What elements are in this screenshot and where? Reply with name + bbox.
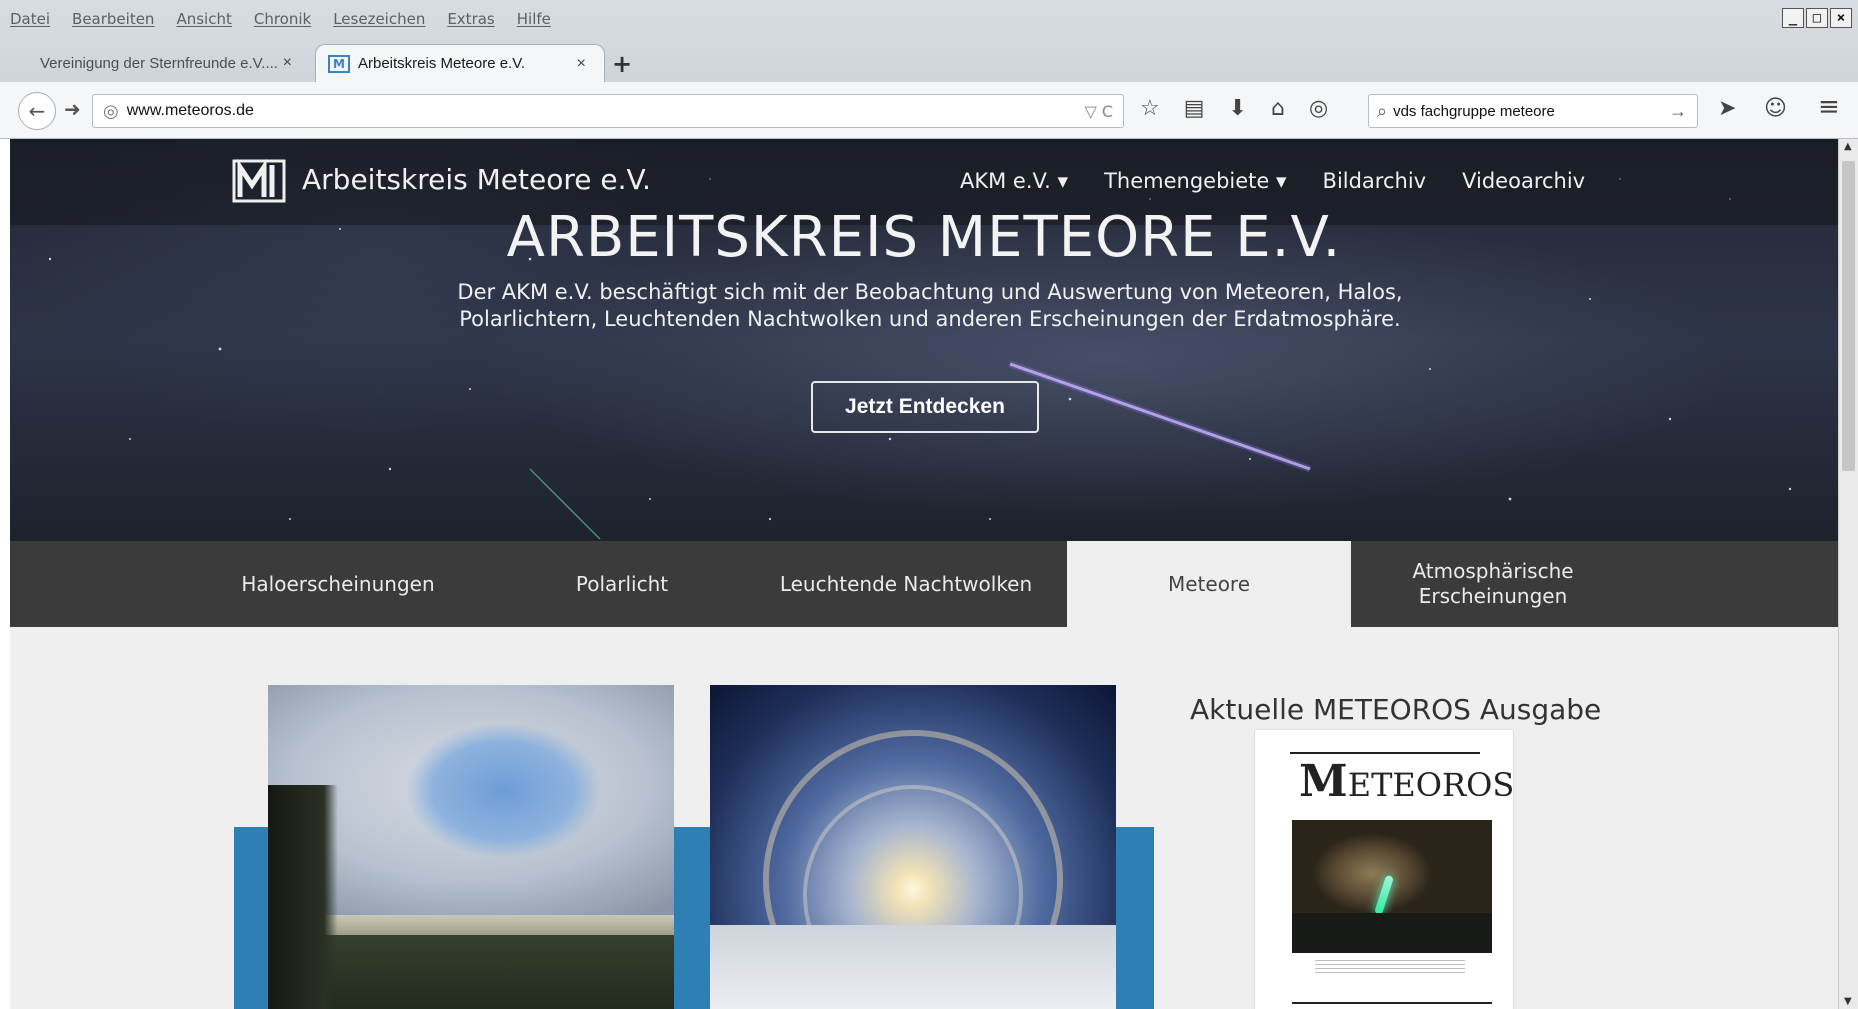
home-icon[interactable]: ⌂ [1271, 96, 1285, 121]
menu-chronik[interactable]: Chronik [254, 10, 311, 36]
cover-rule [1290, 752, 1480, 754]
cover-title-m: M [1299, 756, 1348, 807]
search-icon: ⌕ [1377, 100, 1388, 121]
content-area: Aktuelle METEOROS Ausgabe M ETEOROS [10, 627, 1838, 1009]
meteoros-heading: Aktuelle METEOROS Ausgabe [1190, 693, 1602, 726]
cover-title-rest: ETEOROS [1347, 766, 1515, 804]
tab-strip: Vereinigung der Sternfreunde e.V.... × M… [0, 42, 1858, 82]
halo-photo[interactable] [710, 685, 1116, 1009]
snow-ground [710, 925, 1116, 1009]
akm-logo-icon[interactable] [232, 157, 286, 205]
menu-lesezeichen[interactable]: Lesezeichen [333, 10, 425, 36]
close-tab-icon[interactable]: × [577, 55, 586, 73]
meteor-trail [1374, 874, 1394, 916]
search-go-icon[interactable]: → [1669, 101, 1687, 122]
site-nav: AKM e.V. ▾ Themengebiete ▾ Bildarchiv Vi… [960, 169, 1585, 193]
site-name[interactable]: Arbeitskreis Meteore e.V. [302, 163, 651, 196]
bookmarks-list-icon[interactable]: ▤ [1184, 96, 1205, 121]
search-bar[interactable]: ⌕ vds fachgruppe meteore → [1368, 94, 1698, 128]
search-input[interactable]: vds fachgruppe meteore [1393, 103, 1555, 120]
back-button[interactable]: ← [18, 92, 56, 130]
address-bar[interactable]: ◎ www.meteoros.de ▽ C [92, 94, 1124, 128]
topic-atmosphaerische[interactable]: Atmosphärische Erscheinungen [1351, 541, 1635, 627]
cover-caption-lines [1315, 960, 1465, 974]
cloud-hole-photo[interactable] [268, 685, 674, 1009]
scrollbar-thumb[interactable] [1842, 161, 1855, 471]
scroll-up-icon[interactable]: ▲ [1844, 141, 1852, 152]
cover-rule [1292, 1002, 1492, 1004]
tab-label: Vereinigung der Sternfreunde e.V.... [40, 54, 278, 72]
topic-bar: Haloerscheinungen Polarlicht Leuchtende … [10, 541, 1838, 627]
hero-title: ARBEITSKREIS METEORE E.V. [506, 205, 1342, 270]
nav-bildarchiv[interactable]: Bildarchiv [1323, 169, 1427, 193]
nav-akm[interactable]: AKM e.V. ▾ [960, 169, 1068, 193]
topic-polarlicht[interactable]: Polarlicht [480, 541, 764, 627]
hero-description: Der AKM e.V. beschäftigt sich mit der Be… [457, 280, 1403, 331]
window-controls: _ □ × [1782, 8, 1852, 28]
nav-videoarchiv[interactable]: Videoarchiv [1462, 169, 1585, 193]
menu-bar: Datei Bearbeiten Ansicht Chronik Lesezei… [10, 10, 551, 36]
cover-meteor-image [1292, 820, 1492, 953]
topic-meteore[interactable]: Meteore [1067, 541, 1351, 627]
close-window-button[interactable]: × [1830, 8, 1852, 28]
menu-icon[interactable]: ≡ [1818, 92, 1840, 122]
discover-button[interactable]: Jetzt Entdecken [811, 381, 1039, 433]
globe-icon: ◎ [103, 100, 119, 122]
minimize-button[interactable]: _ [1782, 8, 1804, 28]
url-text[interactable]: www.meteoros.de [127, 102, 254, 120]
new-tab-button[interactable]: + [612, 50, 632, 78]
tab-meteoros[interactable]: M Arbeitskreis Meteore e.V. × [315, 44, 605, 82]
meteoros-cover[interactable]: M ETEOROS [1255, 730, 1515, 1009]
reload-icon[interactable]: ▽ C [1084, 102, 1113, 121]
mask-icon[interactable]: ◎ [1309, 96, 1328, 121]
topic-nachtwolken[interactable]: Leuchtende Nachtwolken [764, 541, 1048, 627]
vertical-scrollbar[interactable]: ▲ ▼ [1838, 139, 1858, 1009]
browser-chrome: Datei Bearbeiten Ansicht Chronik Lesezei… [0, 0, 1858, 139]
toolbar-icons: ☆ ▤ ⬇ ⌂ ◎ [1140, 96, 1328, 121]
scroll-down-icon[interactable]: ▼ [1844, 996, 1852, 1007]
menu-datei[interactable]: Datei [10, 10, 50, 36]
forward-button[interactable]: ➜ [64, 97, 81, 121]
trees [268, 785, 338, 1009]
send-icon[interactable]: ➤ [1718, 96, 1736, 121]
tab-label: Arbeitskreis Meteore e.V. [358, 55, 526, 72]
close-tab-icon[interactable]: × [283, 54, 292, 72]
hero-banner: Arbeitskreis Meteore e.V. AKM e.V. ▾ The… [10, 139, 1838, 541]
cover-title: M ETEOROS [1299, 756, 1515, 807]
cover-hill [1292, 913, 1492, 953]
page-viewport: Arbeitskreis Meteore e.V. AKM e.V. ▾ The… [10, 139, 1838, 1009]
tab-vereinigung[interactable]: Vereinigung der Sternfreunde e.V.... × [20, 44, 310, 82]
menu-hilfe[interactable]: Hilfe [517, 10, 551, 36]
menu-bearbeiten[interactable]: Bearbeiten [72, 10, 154, 36]
maximize-button[interactable]: □ [1806, 8, 1828, 28]
nav-themengebiete[interactable]: Themengebiete ▾ [1104, 169, 1286, 193]
favicon-icon: M [328, 54, 350, 73]
topic-haloerscheinungen[interactable]: Haloerscheinungen [196, 541, 480, 627]
menu-extras[interactable]: Extras [447, 10, 494, 36]
menu-ansicht[interactable]: Ansicht [176, 10, 231, 36]
chat-icon[interactable]: ☺ [1764, 96, 1787, 121]
navigation-toolbar: ← ➜ ◎ www.meteoros.de ▽ C ☆ ▤ ⬇ ⌂ ◎ ⌕ vd… [0, 82, 1858, 139]
downloads-icon[interactable]: ⬇ [1229, 96, 1247, 121]
bookmark-star-icon[interactable]: ☆ [1140, 96, 1160, 121]
